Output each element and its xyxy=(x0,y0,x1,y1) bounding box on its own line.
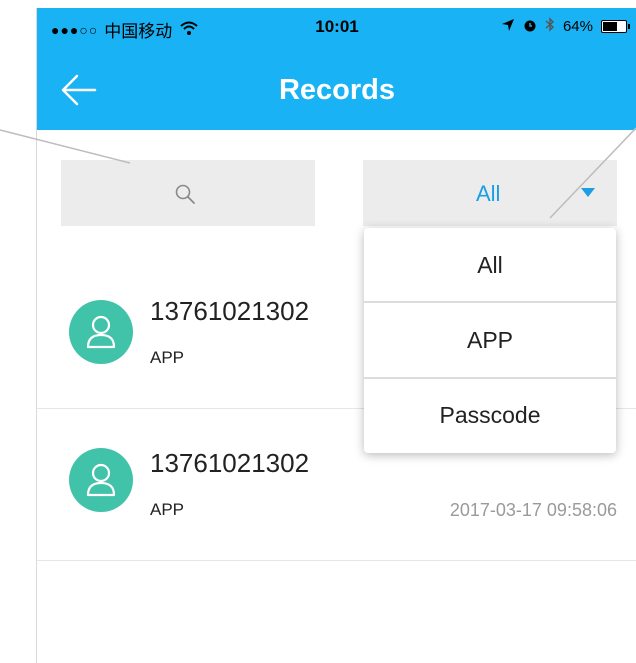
callout-line-search xyxy=(0,129,131,164)
annotation-lines xyxy=(0,127,636,219)
callout-line-filter xyxy=(549,127,636,219)
